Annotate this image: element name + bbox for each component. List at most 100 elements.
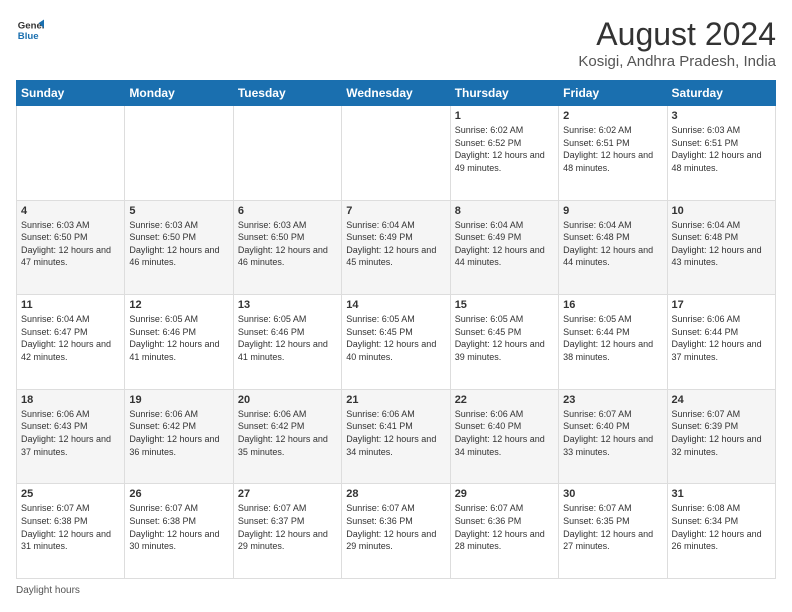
day-info: Sunrise: 6:07 AM Sunset: 6:36 PM Dayligh… xyxy=(346,502,445,552)
day-info: Sunrise: 6:05 AM Sunset: 6:44 PM Dayligh… xyxy=(563,313,662,363)
day-info: Sunrise: 6:03 AM Sunset: 6:50 PM Dayligh… xyxy=(129,219,228,269)
weekday-header-row: SundayMondayTuesdayWednesdayThursdayFrid… xyxy=(17,81,776,106)
day-info: Sunrise: 6:05 AM Sunset: 6:45 PM Dayligh… xyxy=(455,313,554,363)
day-number: 22 xyxy=(455,394,554,406)
day-number: 13 xyxy=(238,299,337,311)
logo-icon: General Blue xyxy=(16,16,44,44)
weekday-header-friday: Friday xyxy=(559,81,667,106)
day-info: Sunrise: 6:06 AM Sunset: 6:43 PM Dayligh… xyxy=(21,408,120,458)
calendar-cell: 11Sunrise: 6:04 AM Sunset: 6:47 PM Dayli… xyxy=(17,295,125,390)
day-number: 2 xyxy=(563,110,662,122)
calendar-cell: 31Sunrise: 6:08 AM Sunset: 6:34 PM Dayli… xyxy=(667,484,775,579)
main-title: August 2024 xyxy=(578,16,776,53)
svg-text:Blue: Blue xyxy=(18,31,39,42)
day-number: 5 xyxy=(129,205,228,217)
day-info: Sunrise: 6:06 AM Sunset: 6:42 PM Dayligh… xyxy=(238,408,337,458)
day-info: Sunrise: 6:08 AM Sunset: 6:34 PM Dayligh… xyxy=(672,502,771,552)
calendar-cell: 28 Sunrise: 6:07 AM Sunset: 6:36 PM Dayli… xyxy=(342,484,450,579)
calendar-cell: 4Sunrise: 6:03 AM Sunset: 6:50 PM Daylig… xyxy=(17,200,125,295)
day-number: 3 xyxy=(672,110,771,122)
day-number: 14 xyxy=(346,299,445,311)
day-info: Sunrise: 6:04 AM Sunset: 6:49 PM Dayligh… xyxy=(346,219,445,269)
day-number: 25 xyxy=(21,488,120,500)
calendar-cell: 21 Sunrise: 6:06 AM Sunset: 6:41 PM Dayli… xyxy=(342,389,450,484)
day-number: 24 xyxy=(672,394,771,406)
week-row-4: 18 Sunrise: 6:06 AM Sunset: 6:43 PM Dayli… xyxy=(17,389,776,484)
day-info: Sunrise: 6:02 AM Sunset: 6:52 PM Dayligh… xyxy=(455,124,554,174)
calendar-cell: 9 Sunrise: 6:04 AM Sunset: 6:48 PM Daylig… xyxy=(559,200,667,295)
day-info: Sunrise: 6:03 AM Sunset: 6:50 PM Dayligh… xyxy=(21,219,120,269)
calendar-cell: 19 Sunrise: 6:06 AM Sunset: 6:42 PM Dayli… xyxy=(125,389,233,484)
day-number: 23 xyxy=(563,394,662,406)
day-info: Sunrise: 6:04 AM Sunset: 6:48 PM Dayligh… xyxy=(563,219,662,269)
calendar-cell: 27 Sunrise: 6:07 AM Sunset: 6:37 PM Dayli… xyxy=(233,484,341,579)
day-number: 10 xyxy=(672,205,771,217)
day-number: 17 xyxy=(672,299,771,311)
day-number: 19 xyxy=(129,394,228,406)
weekday-header-thursday: Thursday xyxy=(450,81,558,106)
day-info: Sunrise: 6:06 AM Sunset: 6:44 PM Dayligh… xyxy=(672,313,771,363)
day-info: Sunrise: 6:02 AM Sunset: 6:51 PM Dayligh… xyxy=(563,124,662,174)
calendar-table: SundayMondayTuesdayWednesdayThursdayFrid… xyxy=(16,80,776,579)
calendar-cell: 26 Sunrise: 6:07 AM Sunset: 6:38 PM Dayli… xyxy=(125,484,233,579)
svg-text:General: General xyxy=(18,20,44,31)
calendar-cell: 6 Sunrise: 6:03 AM Sunset: 6:50 PM Daylig… xyxy=(233,200,341,295)
calendar-cell: 5 Sunrise: 6:03 AM Sunset: 6:50 PM Daylig… xyxy=(125,200,233,295)
day-info: Sunrise: 6:06 AM Sunset: 6:41 PM Dayligh… xyxy=(346,408,445,458)
day-number: 18 xyxy=(21,394,120,406)
calendar-cell: 2 Sunrise: 6:02 AM Sunset: 6:51 PM Daylig… xyxy=(559,106,667,201)
day-info: Sunrise: 6:07 AM Sunset: 6:37 PM Dayligh… xyxy=(238,502,337,552)
day-info: Sunrise: 6:03 AM Sunset: 6:50 PM Dayligh… xyxy=(238,219,337,269)
day-number: 9 xyxy=(563,205,662,217)
weekday-header-tuesday: Tuesday xyxy=(233,81,341,106)
day-number: 1 xyxy=(455,110,554,122)
day-number: 21 xyxy=(346,394,445,406)
calendar-cell: 20Sunrise: 6:06 AM Sunset: 6:42 PM Dayli… xyxy=(233,389,341,484)
calendar-cell: 13Sunrise: 6:05 AM Sunset: 6:46 PM Dayli… xyxy=(233,295,341,390)
footer: Daylight hours xyxy=(16,585,776,596)
calendar-cell: 22 Sunrise: 6:06 AM Sunset: 6:40 PM Dayli… xyxy=(450,389,558,484)
calendar-cell: 23Sunrise: 6:07 AM Sunset: 6:40 PM Dayli… xyxy=(559,389,667,484)
day-number: 15 xyxy=(455,299,554,311)
calendar-cell: 29 Sunrise: 6:07 AM Sunset: 6:36 PM Dayli… xyxy=(450,484,558,579)
day-info: Sunrise: 6:07 AM Sunset: 6:35 PM Dayligh… xyxy=(563,502,662,552)
calendar-cell: 10 Sunrise: 6:04 AM Sunset: 6:48 PM Dayli… xyxy=(667,200,775,295)
day-info: Sunrise: 6:06 AM Sunset: 6:42 PM Dayligh… xyxy=(129,408,228,458)
day-info: Sunrise: 6:07 AM Sunset: 6:36 PM Dayligh… xyxy=(455,502,554,552)
calendar-cell: 12Sunrise: 6:05 AM Sunset: 6:46 PM Dayli… xyxy=(125,295,233,390)
day-number: 6 xyxy=(238,205,337,217)
calendar-cell: 3 Sunrise: 6:03 AM Sunset: 6:51 PM Daylig… xyxy=(667,106,775,201)
week-row-2: 4Sunrise: 6:03 AM Sunset: 6:50 PM Daylig… xyxy=(17,200,776,295)
day-info: Sunrise: 6:07 AM Sunset: 6:38 PM Dayligh… xyxy=(21,502,120,552)
calendar-cell: 16 Sunrise: 6:05 AM Sunset: 6:44 PM Dayli… xyxy=(559,295,667,390)
daylight-label: Daylight hours xyxy=(16,585,80,596)
day-info: Sunrise: 6:04 AM Sunset: 6:49 PM Dayligh… xyxy=(455,219,554,269)
week-row-3: 11Sunrise: 6:04 AM Sunset: 6:47 PM Dayli… xyxy=(17,295,776,390)
day-number: 29 xyxy=(455,488,554,500)
calendar-cell: 24 Sunrise: 6:07 AM Sunset: 6:39 PM Dayli… xyxy=(667,389,775,484)
weekday-header-wednesday: Wednesday xyxy=(342,81,450,106)
day-info: Sunrise: 6:03 AM Sunset: 6:51 PM Dayligh… xyxy=(672,124,771,174)
day-number: 28 xyxy=(346,488,445,500)
calendar-cell: 8 Sunrise: 6:04 AM Sunset: 6:49 PM Daylig… xyxy=(450,200,558,295)
logo: General Blue xyxy=(16,16,44,44)
weekday-header-sunday: Sunday xyxy=(17,81,125,106)
day-info: Sunrise: 6:05 AM Sunset: 6:46 PM Dayligh… xyxy=(129,313,228,363)
calendar-cell: 15 Sunrise: 6:05 AM Sunset: 6:45 PM Dayli… xyxy=(450,295,558,390)
week-row-5: 25 Sunrise: 6:07 AM Sunset: 6:38 PM Dayli… xyxy=(17,484,776,579)
day-number: 11 xyxy=(21,299,120,311)
calendar-cell: 30Sunrise: 6:07 AM Sunset: 6:35 PM Dayli… xyxy=(559,484,667,579)
calendar-cell: 1 Sunrise: 6:02 AM Sunset: 6:52 PM Daylig… xyxy=(450,106,558,201)
day-number: 26 xyxy=(129,488,228,500)
subtitle: Kosigi, Andhra Pradesh, India xyxy=(578,53,776,70)
day-info: Sunrise: 6:07 AM Sunset: 6:38 PM Dayligh… xyxy=(129,502,228,552)
day-info: Sunrise: 6:07 AM Sunset: 6:39 PM Dayligh… xyxy=(672,408,771,458)
day-info: Sunrise: 6:06 AM Sunset: 6:40 PM Dayligh… xyxy=(455,408,554,458)
calendar-cell: 25 Sunrise: 6:07 AM Sunset: 6:38 PM Dayli… xyxy=(17,484,125,579)
day-info: Sunrise: 6:04 AM Sunset: 6:48 PM Dayligh… xyxy=(672,219,771,269)
day-number: 16 xyxy=(563,299,662,311)
calendar-cell xyxy=(342,106,450,201)
day-number: 8 xyxy=(455,205,554,217)
day-number: 27 xyxy=(238,488,337,500)
calendar-cell: 7Sunrise: 6:04 AM Sunset: 6:49 PM Daylig… xyxy=(342,200,450,295)
